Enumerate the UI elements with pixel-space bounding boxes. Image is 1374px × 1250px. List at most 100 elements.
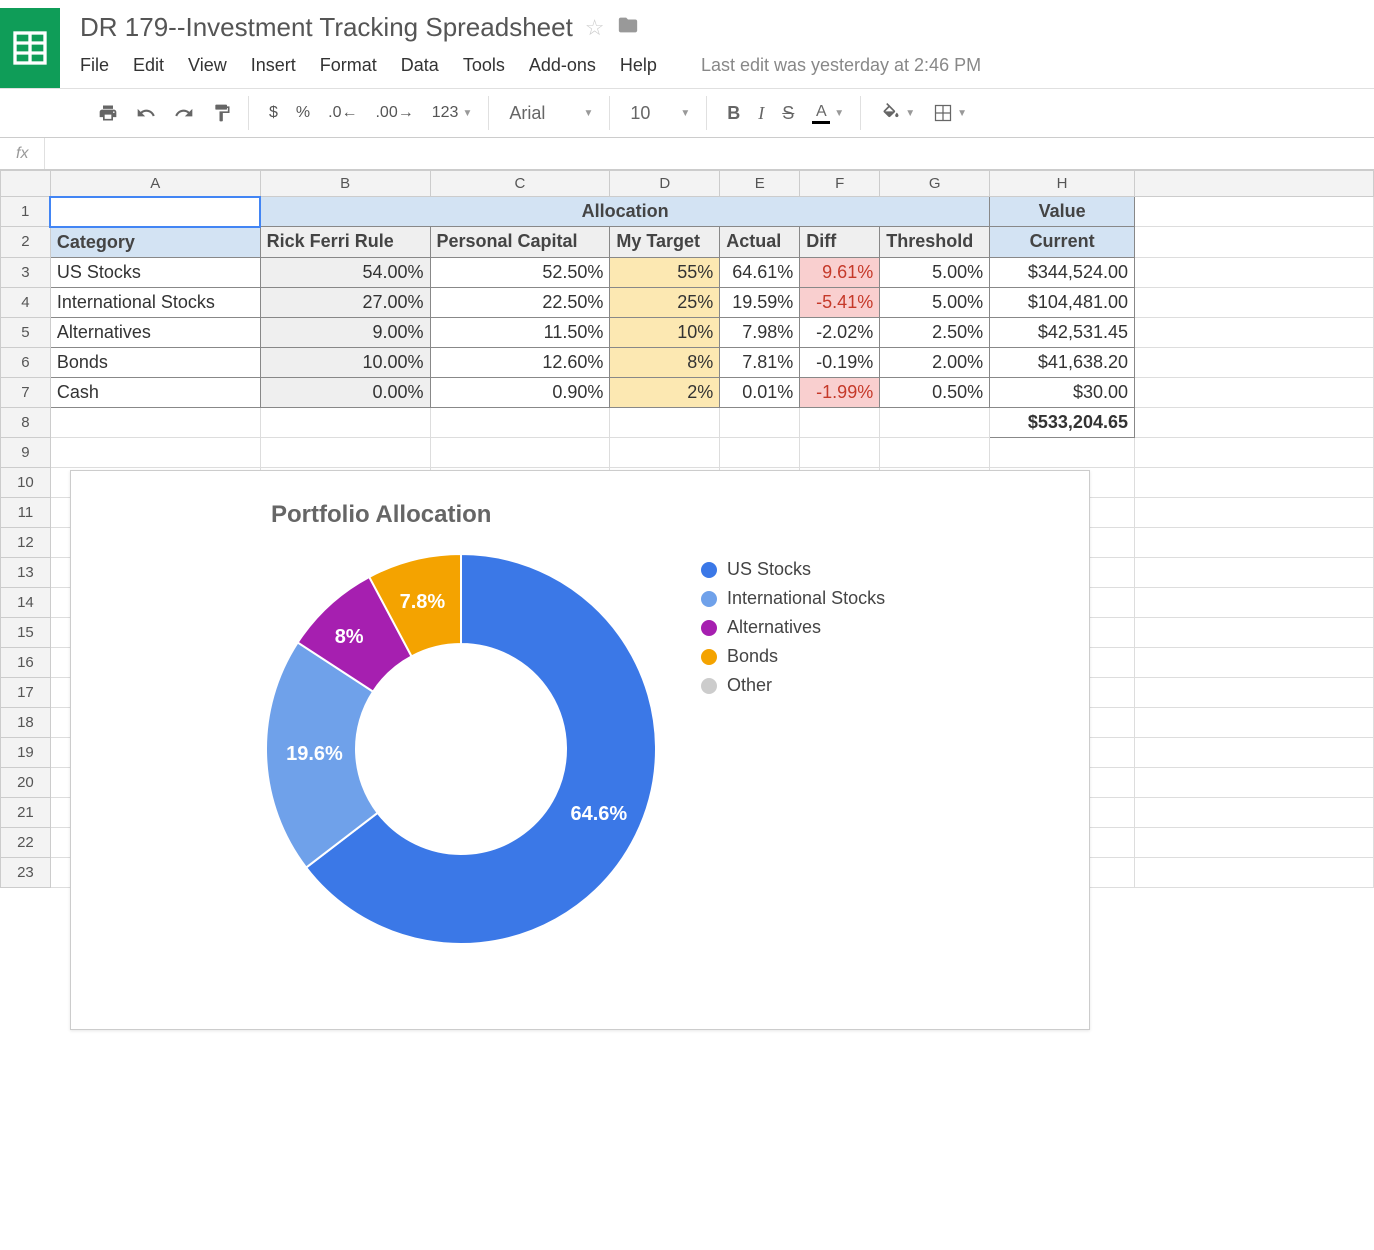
row-header-3[interactable]: 3 [1,257,51,287]
cell-target-1[interactable]: 25% [610,287,720,317]
cell-current-4[interactable]: $30.00 [990,377,1135,407]
row-header-8[interactable]: 8 [1,407,51,437]
col-header-C[interactable]: C [430,171,610,197]
cell-category-4[interactable]: Cash [50,377,260,407]
undo-icon[interactable] [128,97,164,129]
row-header-22[interactable]: 22 [1,827,51,857]
cell-pc-1[interactable]: 22.50% [430,287,610,317]
cell-actual-4[interactable]: 0.01% [720,377,800,407]
decrease-decimal-button[interactable]: .0← [320,98,365,128]
header-value[interactable]: Value [990,197,1135,227]
redo-icon[interactable] [166,97,202,129]
menu-view[interactable]: View [188,55,227,76]
col-header-E[interactable]: E [720,171,800,197]
document-title[interactable]: DR 179--Investment Tracking Spreadsheet [80,12,573,43]
col-header-A[interactable]: A [50,171,260,197]
folder-icon[interactable] [617,14,639,42]
header-current[interactable]: Current [990,227,1135,258]
row-header-21[interactable]: 21 [1,797,51,827]
row-header-7[interactable]: 7 [1,377,51,407]
italic-button[interactable]: I [750,97,772,130]
strikethrough-button[interactable]: S [774,97,802,130]
row-header-15[interactable]: 15 [1,617,51,647]
formula-input[interactable] [45,138,1374,169]
menu-add-ons[interactable]: Add-ons [529,55,596,76]
cell-actual-3[interactable]: 7.81% [720,347,800,377]
cell-target-0[interactable]: 55% [610,257,720,287]
cell-pc-2[interactable]: 11.50% [430,317,610,347]
cell-threshold-0[interactable]: 5.00% [880,257,990,287]
paint-format-icon[interactable] [204,97,240,129]
col-header-H[interactable]: H [990,171,1135,197]
cell-total[interactable]: $533,204.65 [990,407,1135,437]
chart-container[interactable]: Portfolio Allocation 64.6%19.6%8%7.8% US… [70,470,1090,1030]
cell-threshold-2[interactable]: 2.50% [880,317,990,347]
cell-target-4[interactable]: 2% [610,377,720,407]
cell-category-3[interactable]: Bonds [50,347,260,377]
menu-insert[interactable]: Insert [251,55,296,76]
row-header-11[interactable]: 11 [1,497,51,527]
header-actual[interactable]: Actual [720,227,800,258]
row-header-1[interactable]: 1 [1,197,51,227]
cell-current-1[interactable]: $104,481.00 [990,287,1135,317]
cell-rickferri-0[interactable]: 54.00% [260,257,430,287]
row-header-16[interactable]: 16 [1,647,51,677]
cell-target-2[interactable]: 10% [610,317,720,347]
cell-category-0[interactable]: US Stocks [50,257,260,287]
spreadsheet[interactable]: ABCDEFGH1AllocationValue2CategoryRick Fe… [0,170,1374,888]
menu-file[interactable]: File [80,55,109,76]
col-header-D[interactable]: D [610,171,720,197]
fill-color-button[interactable]: ▼ [873,97,923,129]
cell-current-3[interactable]: $41,638.20 [990,347,1135,377]
cell-rickferri-2[interactable]: 9.00% [260,317,430,347]
header-personal-capital[interactable]: Personal Capital [430,227,610,258]
header-rick-ferri[interactable]: Rick Ferri Rule [260,227,430,258]
cell-rickferri-4[interactable]: 0.00% [260,377,430,407]
header-category[interactable]: Category [50,227,260,258]
row-header-18[interactable]: 18 [1,707,51,737]
cell-rickferri-1[interactable]: 27.00% [260,287,430,317]
bold-button[interactable]: B [719,97,748,130]
star-icon[interactable]: ☆ [585,15,605,41]
cell-actual-2[interactable]: 7.98% [720,317,800,347]
header-my-target[interactable]: My Target [610,227,720,258]
cell-current-2[interactable]: $42,531.45 [990,317,1135,347]
header-diff[interactable]: Diff [800,227,880,258]
col-header-B[interactable]: B [260,171,430,197]
cell-target-3[interactable]: 8% [610,347,720,377]
cell-category-1[interactable]: International Stocks [50,287,260,317]
cell-A1[interactable] [50,197,260,227]
cell-threshold-4[interactable]: 0.50% [880,377,990,407]
cell-pc-0[interactable]: 52.50% [430,257,610,287]
cell-diff-3[interactable]: -0.19% [800,347,880,377]
row-header-20[interactable]: 20 [1,767,51,797]
borders-button[interactable]: ▼ [925,97,975,129]
cell-diff-0[interactable]: 9.61% [800,257,880,287]
row-header-9[interactable]: 9 [1,437,51,467]
print-icon[interactable] [90,97,126,129]
col-header-F[interactable]: F [800,171,880,197]
increase-decimal-button[interactable]: .00→ [367,98,421,128]
row-header-23[interactable]: 23 [1,857,51,887]
row-header-5[interactable]: 5 [1,317,51,347]
cell-diff-1[interactable]: -5.41% [800,287,880,317]
currency-button[interactable]: $ [261,98,286,128]
cell-threshold-1[interactable]: 5.00% [880,287,990,317]
header-threshold[interactable]: Threshold [880,227,990,258]
text-color-button[interactable]: A▼ [804,97,852,130]
format-123-button[interactable]: 123▼ [424,98,481,128]
sheets-app-icon[interactable] [0,8,60,88]
row-header-13[interactable]: 13 [1,557,51,587]
row-header-2[interactable]: 2 [1,227,51,258]
row-header-19[interactable]: 19 [1,737,51,767]
row-header-14[interactable]: 14 [1,587,51,617]
cell-current-0[interactable]: $344,524.00 [990,257,1135,287]
row-header-17[interactable]: 17 [1,677,51,707]
row-header-12[interactable]: 12 [1,527,51,557]
menu-data[interactable]: Data [401,55,439,76]
cell-pc-4[interactable]: 0.90% [430,377,610,407]
header-allocation[interactable]: Allocation [260,197,990,227]
cell-category-2[interactable]: Alternatives [50,317,260,347]
cell-diff-2[interactable]: -2.02% [800,317,880,347]
cell-threshold-3[interactable]: 2.00% [880,347,990,377]
